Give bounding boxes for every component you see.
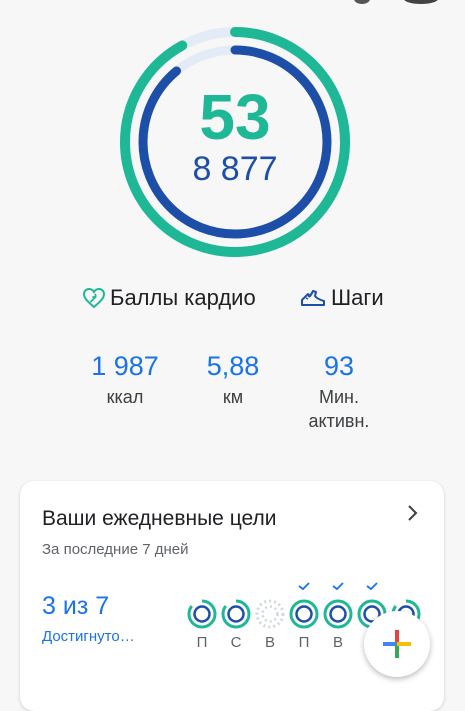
checkmark-icon bbox=[366, 582, 378, 591]
move-minutes-label-line2: активн. bbox=[308, 411, 370, 431]
goal-day-ring bbox=[221, 599, 251, 629]
goal-day: П bbox=[186, 581, 218, 661]
goal-day-label: П bbox=[196, 634, 208, 651]
goal-day-ring bbox=[255, 599, 285, 629]
move-minutes-label: Мин. активн. bbox=[296, 385, 382, 433]
goal-day: В bbox=[322, 581, 354, 661]
move-minutes-label-line1: Мин. bbox=[319, 387, 359, 407]
goal-day-ring bbox=[323, 599, 353, 629]
checkmark-icon bbox=[332, 582, 344, 591]
goal-day: В bbox=[254, 581, 286, 661]
legend-steps: Шаги bbox=[299, 285, 384, 311]
goals-title: Ваши ежедневные цели bbox=[42, 507, 277, 530]
add-button[interactable] bbox=[364, 611, 430, 677]
stat-move-minutes: 93 Мин. активн. bbox=[296, 350, 382, 433]
goal-day-label: П bbox=[298, 634, 310, 651]
steps-value: 8 877 bbox=[192, 150, 278, 188]
goals-subtitle: За последние 7 дней bbox=[42, 541, 189, 558]
goal-day-ring bbox=[187, 599, 217, 629]
stat-calories: 1 987 ккал bbox=[88, 350, 162, 409]
shoe-steps-icon bbox=[301, 290, 325, 306]
move-minutes-value: 93 bbox=[323, 351, 355, 381]
avatar[interactable] bbox=[404, 0, 438, 4]
goal-day-ring bbox=[289, 599, 319, 629]
legend-cardio: Баллы кардио bbox=[82, 285, 256, 311]
goal-day: П bbox=[288, 581, 320, 661]
goal-day-label: В bbox=[332, 634, 343, 651]
calories-label: ккал bbox=[106, 387, 144, 407]
stat-distance: 5,88 км bbox=[196, 350, 270, 409]
cardio-points-value: 53 bbox=[199, 81, 271, 153]
goal-day-label: С bbox=[230, 634, 242, 651]
goal-day-label: В bbox=[264, 634, 275, 651]
chevron-right-icon[interactable] bbox=[406, 503, 420, 523]
checkmark-icon bbox=[298, 582, 310, 591]
daily-goals-card[interactable]: Ваши ежедневные цели За последние 7 дней… bbox=[20, 481, 444, 711]
goal-day: С bbox=[220, 581, 252, 661]
distance-label: км bbox=[222, 387, 244, 407]
heart-cardio-icon bbox=[82, 287, 106, 309]
goals-achieved-label: Достигнуто… bbox=[42, 628, 135, 645]
calories-value: 1 987 bbox=[91, 351, 159, 381]
plus-icon bbox=[383, 630, 411, 658]
distance-value: 5,88 bbox=[206, 351, 260, 381]
steps-legend-label: Шаги bbox=[331, 285, 384, 310]
activity-ring[interactable]: 53 8 877 bbox=[118, 25, 352, 259]
top-icon-partial bbox=[354, 0, 370, 4]
goals-count: 3 из 7 bbox=[42, 592, 110, 620]
cardio-legend-label: Баллы кардио bbox=[110, 285, 256, 310]
